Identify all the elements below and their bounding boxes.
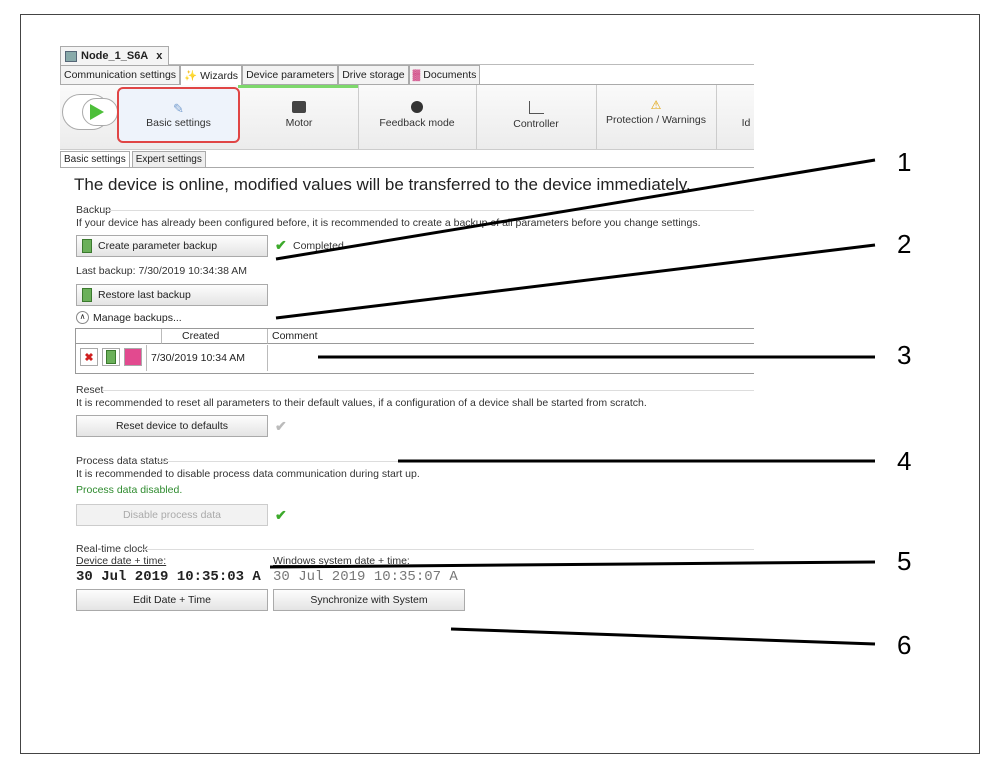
callout-lines (269, 158, 876, 646)
callout-line-2 (275, 243, 876, 320)
callout-5: 5 (897, 546, 912, 576)
callout-line-1 (275, 158, 876, 261)
callout-2: 2 (897, 229, 912, 259)
callout-6: 6 (897, 630, 912, 660)
callout-line-6 (450, 627, 876, 646)
callout-4: 4 (897, 446, 912, 476)
callout-3: 3 (897, 340, 912, 370)
callout-1: 1 (897, 147, 912, 177)
callout-line-5 (269, 560, 876, 569)
